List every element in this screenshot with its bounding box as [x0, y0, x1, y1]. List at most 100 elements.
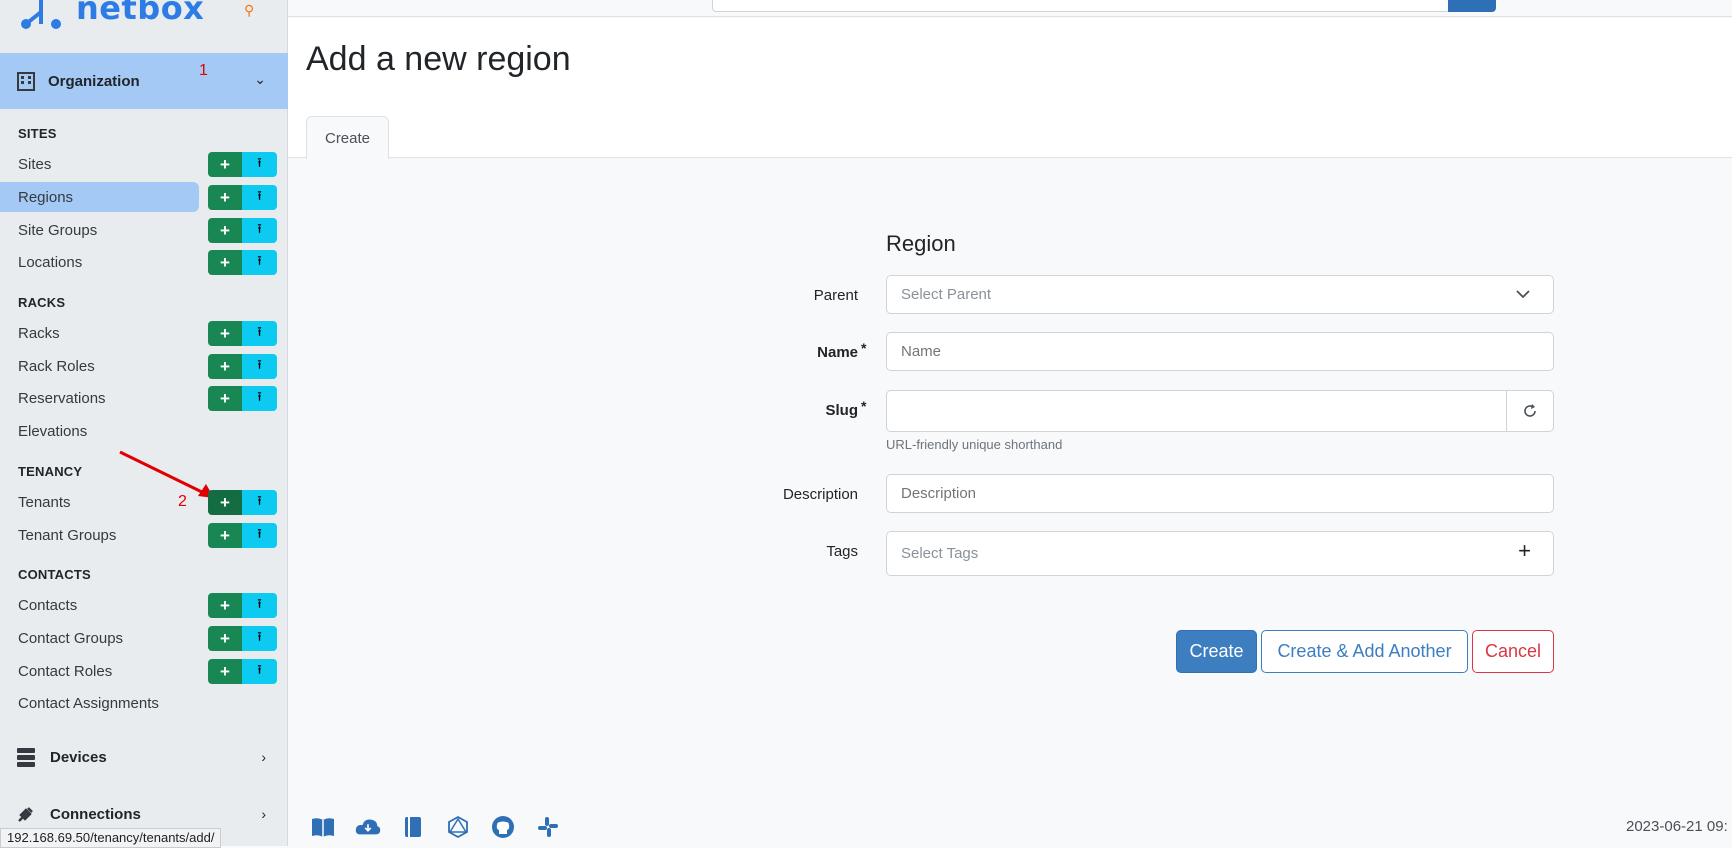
add-site-button[interactable]: +: [208, 152, 242, 177]
devices-title: Devices: [50, 748, 107, 766]
name-label: Name: [817, 344, 858, 361]
organization-title: Organization: [48, 72, 140, 90]
search-input[interactable]: [712, 0, 1450, 12]
search-button[interactable]: [1448, 0, 1496, 12]
import-contact-roles-button[interactable]: ⭱: [242, 659, 277, 684]
plus-icon: +: [1518, 538, 1531, 563]
main-content: Add a new region Create Region Parent Se…: [288, 0, 1732, 846]
sidebar-item-tenants[interactable]: Tenants + ⭱: [0, 487, 288, 517]
tags-placeholder: Select Tags: [901, 545, 979, 562]
add-contact-button[interactable]: +: [208, 593, 242, 618]
sidebar-item-regions[interactable]: Regions + ⭱: [0, 182, 288, 212]
server-icon: [17, 748, 35, 767]
sidebar-item-elevations[interactable]: Elevations: [0, 416, 288, 446]
sidebar-item-rack-roles[interactable]: Rack Roles + ⭱: [0, 351, 288, 381]
tags-select[interactable]: Select Tags +: [886, 531, 1554, 576]
slug-field[interactable]: [886, 390, 1554, 432]
create-button[interactable]: Create: [1176, 630, 1257, 673]
section-heading-tenancy: TENANCY: [18, 464, 83, 479]
description-label: Description: [782, 486, 858, 503]
import-contact-groups-button[interactable]: ⭱: [242, 626, 277, 651]
section-heading-racks: RACKS: [18, 295, 66, 310]
page-header: Add a new region Create: [288, 18, 1732, 159]
devices-menu-toggle[interactable]: Devices ›: [0, 735, 288, 779]
connections-title: Connections: [50, 805, 141, 823]
footer-links: [310, 814, 561, 840]
pin-icon[interactable]: ⚲: [244, 2, 254, 19]
sidebar-item-racks[interactable]: Racks + ⭱: [0, 318, 288, 348]
sidebar-item-contacts[interactable]: Contacts + ⭱: [0, 590, 288, 620]
sidebar-item-contact-assignments[interactable]: Contact Assignments: [0, 688, 288, 718]
import-regions-button[interactable]: ⭱: [242, 185, 277, 210]
description-field[interactable]: [886, 474, 1554, 513]
sidebar-item-contact-roles[interactable]: Contact Roles + ⭱: [0, 656, 288, 686]
regenerate-slug-button[interactable]: [1506, 391, 1553, 431]
import-contacts-button[interactable]: ⭱: [242, 593, 277, 618]
organization-menu-toggle[interactable]: Organization ⌄: [0, 53, 288, 109]
cancel-button[interactable]: Cancel: [1472, 630, 1554, 673]
sidebar-item-label: Site Groups: [18, 221, 98, 239]
import-locations-button[interactable]: ⭱: [242, 250, 277, 275]
page-title: Add a new region: [306, 40, 571, 78]
sidebar-item-sites[interactable]: Sites + ⭱: [0, 149, 288, 179]
graphql-icon[interactable]: [445, 814, 471, 840]
import-site-groups-button[interactable]: ⭱: [242, 218, 277, 243]
docs-icon[interactable]: [310, 814, 336, 840]
top-bar: [288, 0, 1732, 17]
sidebar-item-site-groups[interactable]: Site Groups + ⭱: [0, 215, 288, 245]
import-tenant-groups-button[interactable]: ⭱: [242, 523, 277, 548]
required-marker: *: [861, 398, 867, 414]
sidebar-item-label: Rack Roles: [18, 357, 95, 375]
sidebar-item-label: Contact Groups: [18, 629, 124, 647]
slack-icon[interactable]: [535, 814, 561, 840]
footer-timestamp: 2023-06-21 09:: [1626, 818, 1728, 835]
add-reservation-button[interactable]: +: [208, 386, 242, 411]
chevron-right-icon: ›: [261, 806, 266, 822]
import-tenants-button[interactable]: ⭱: [242, 490, 277, 515]
import-sites-button[interactable]: ⭱: [242, 152, 277, 177]
add-contact-group-button[interactable]: +: [208, 626, 242, 651]
sidebar-item-reservations[interactable]: Reservations + ⭱: [0, 383, 288, 413]
add-tenant-button[interactable]: +: [208, 490, 242, 515]
sidebar-item-label: Sites: [18, 155, 52, 173]
add-contact-role-button[interactable]: +: [208, 659, 242, 684]
netbox-logo[interactable]: netbox: [18, 0, 204, 34]
import-reservations-button[interactable]: ⭱: [242, 386, 277, 411]
netbox-logo-icon: [21, 0, 61, 29]
refresh-icon: [1524, 404, 1536, 417]
sidebar-item-label: Elevations: [18, 422, 88, 440]
building-icon: [17, 72, 35, 91]
import-rack-roles-button[interactable]: ⭱: [242, 354, 277, 379]
github-icon[interactable]: [490, 814, 516, 840]
add-rack-role-button[interactable]: +: [208, 354, 242, 379]
section-heading-contacts: CONTACTS: [18, 567, 91, 582]
sidebar-item-label: Contact Roles: [18, 662, 113, 680]
parent-select[interactable]: Select Parent: [886, 275, 1554, 314]
slug-label: Slug: [825, 402, 859, 419]
required-marker: *: [861, 340, 867, 356]
name-field[interactable]: [886, 332, 1554, 371]
sidebar-item-tenant-groups[interactable]: Tenant Groups + ⭱: [0, 520, 288, 550]
add-tenant-group-button[interactable]: +: [208, 523, 242, 548]
plug-icon: [18, 807, 33, 822]
import-racks-button[interactable]: ⭱: [242, 321, 277, 346]
status-bar-url: 192.168.69.50/tenancy/tenants/add/: [0, 828, 222, 848]
api-docs-icon[interactable]: [400, 814, 426, 840]
add-region-button[interactable]: +: [208, 185, 242, 210]
sidebar-item-locations[interactable]: Locations + ⭱: [0, 247, 288, 277]
sidebar: netbox ⚲ Organization ⌄ 1 SITES Sites + ⭱…: [0, 0, 288, 848]
chevron-down-icon: [1516, 290, 1530, 299]
add-rack-button[interactable]: +: [208, 321, 242, 346]
add-site-group-button[interactable]: +: [208, 218, 242, 243]
form-section-title: Region: [886, 231, 956, 256]
sidebar-item-contact-groups[interactable]: Contact Groups + ⭱: [0, 623, 288, 653]
sidebar-item-label: Reservations: [18, 389, 106, 407]
sidebar-item-label: Contacts: [18, 596, 78, 614]
parent-placeholder: Select Parent: [901, 286, 992, 303]
create-add-another-button[interactable]: Create & Add Another: [1261, 630, 1468, 673]
rest-api-icon[interactable]: [355, 814, 381, 840]
parent-label: Parent: [813, 287, 858, 304]
add-location-button[interactable]: +: [208, 250, 242, 275]
tab-create[interactable]: Create: [306, 116, 389, 159]
sidebar-item-label: Racks: [18, 324, 60, 342]
